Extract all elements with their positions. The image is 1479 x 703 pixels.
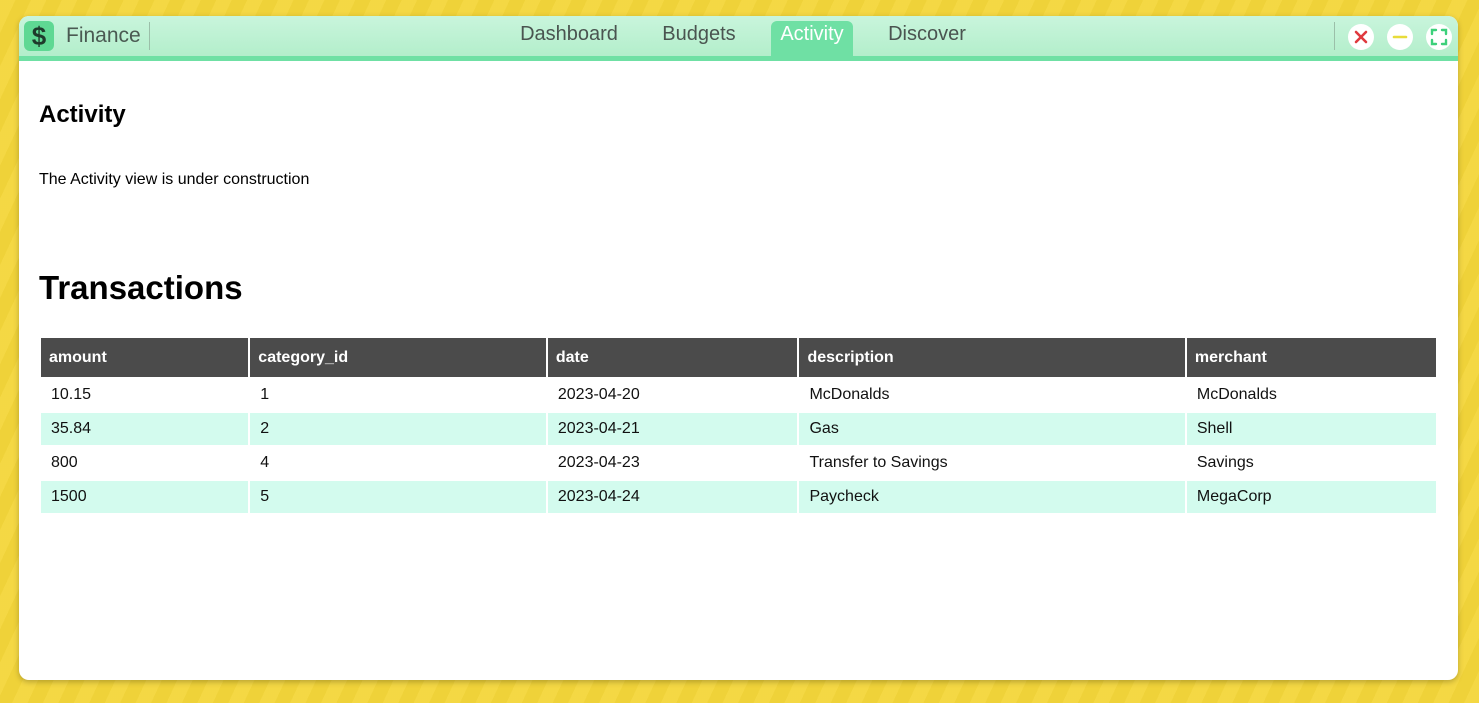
cell-category-id: 4 xyxy=(260,454,270,471)
column-header-date: date xyxy=(547,338,798,377)
table-header-row: amount category_id date description merc… xyxy=(41,338,1436,377)
cell-description: Paycheck xyxy=(799,481,1185,513)
cell-description: Gas xyxy=(799,413,1185,445)
column-header-description: description xyxy=(799,338,1185,377)
cell-date: 2023-04-23 xyxy=(557,454,640,471)
tab-discover[interactable]: Discover xyxy=(877,21,977,56)
cell-amount: 10.15 xyxy=(51,386,92,403)
cell-amount: 1500 xyxy=(41,481,249,513)
tab-activity[interactable]: Activity xyxy=(771,21,853,56)
minimize-button[interactable] xyxy=(1387,24,1413,50)
table-row: 800 4 2023-04-23 Transfer to Savings Sav… xyxy=(41,447,1436,479)
table-row: 1500 5 2023-04-24 Paycheck MegaCorp xyxy=(41,481,1436,513)
cell-category-id: 1 xyxy=(260,386,270,403)
cell-category-id: 2 xyxy=(250,413,546,445)
cell-description: McDonalds xyxy=(809,386,890,403)
close-button[interactable] xyxy=(1348,24,1374,50)
column-header-category-id: category_id xyxy=(250,338,546,377)
app-window: $ Finance Dashboard Budgets Activity Dis… xyxy=(19,16,1458,680)
cell-merchant: Savings xyxy=(1196,454,1254,471)
cell-amount: 35.84 xyxy=(41,413,249,445)
tab-dashboard[interactable]: Dashboard xyxy=(507,21,631,56)
cell-category-id: 5 xyxy=(250,481,546,513)
tab-budgets[interactable]: Budgets xyxy=(651,21,747,56)
cell-date: 2023-04-21 xyxy=(547,413,798,445)
cell-amount: 800 xyxy=(51,454,78,471)
table-row: 35.84 2 2023-04-21 Gas Shell xyxy=(41,413,1436,445)
cell-merchant: MegaCorp xyxy=(1186,481,1436,513)
column-header-amount: amount xyxy=(41,338,249,377)
status-message: The Activity view is under construction xyxy=(39,171,310,188)
cell-merchant: McDonalds xyxy=(1196,386,1277,403)
maximize-icon xyxy=(1430,28,1448,46)
table-row: 10.15 1 2023-04-20 McDonalds McDonalds xyxy=(41,379,1436,411)
cell-merchant: Shell xyxy=(1186,413,1436,445)
maximize-button[interactable] xyxy=(1426,24,1452,50)
column-header-merchant: merchant xyxy=(1186,338,1436,377)
cell-description: Transfer to Savings xyxy=(809,454,948,471)
divider xyxy=(149,22,150,50)
page-title: Activity xyxy=(39,101,126,128)
close-icon xyxy=(1354,30,1368,44)
title-bar: $ Finance Dashboard Budgets Activity Dis… xyxy=(19,16,1458,61)
divider xyxy=(1334,22,1335,50)
cell-date: 2023-04-20 xyxy=(557,386,640,403)
transactions-table: amount category_id date description merc… xyxy=(39,336,1438,515)
minimize-icon xyxy=(1392,35,1408,39)
cell-date: 2023-04-24 xyxy=(547,481,798,513)
dollar-icon: $ xyxy=(24,21,54,51)
app-name: Finance xyxy=(66,24,141,47)
transactions-heading: Transactions xyxy=(39,269,243,306)
